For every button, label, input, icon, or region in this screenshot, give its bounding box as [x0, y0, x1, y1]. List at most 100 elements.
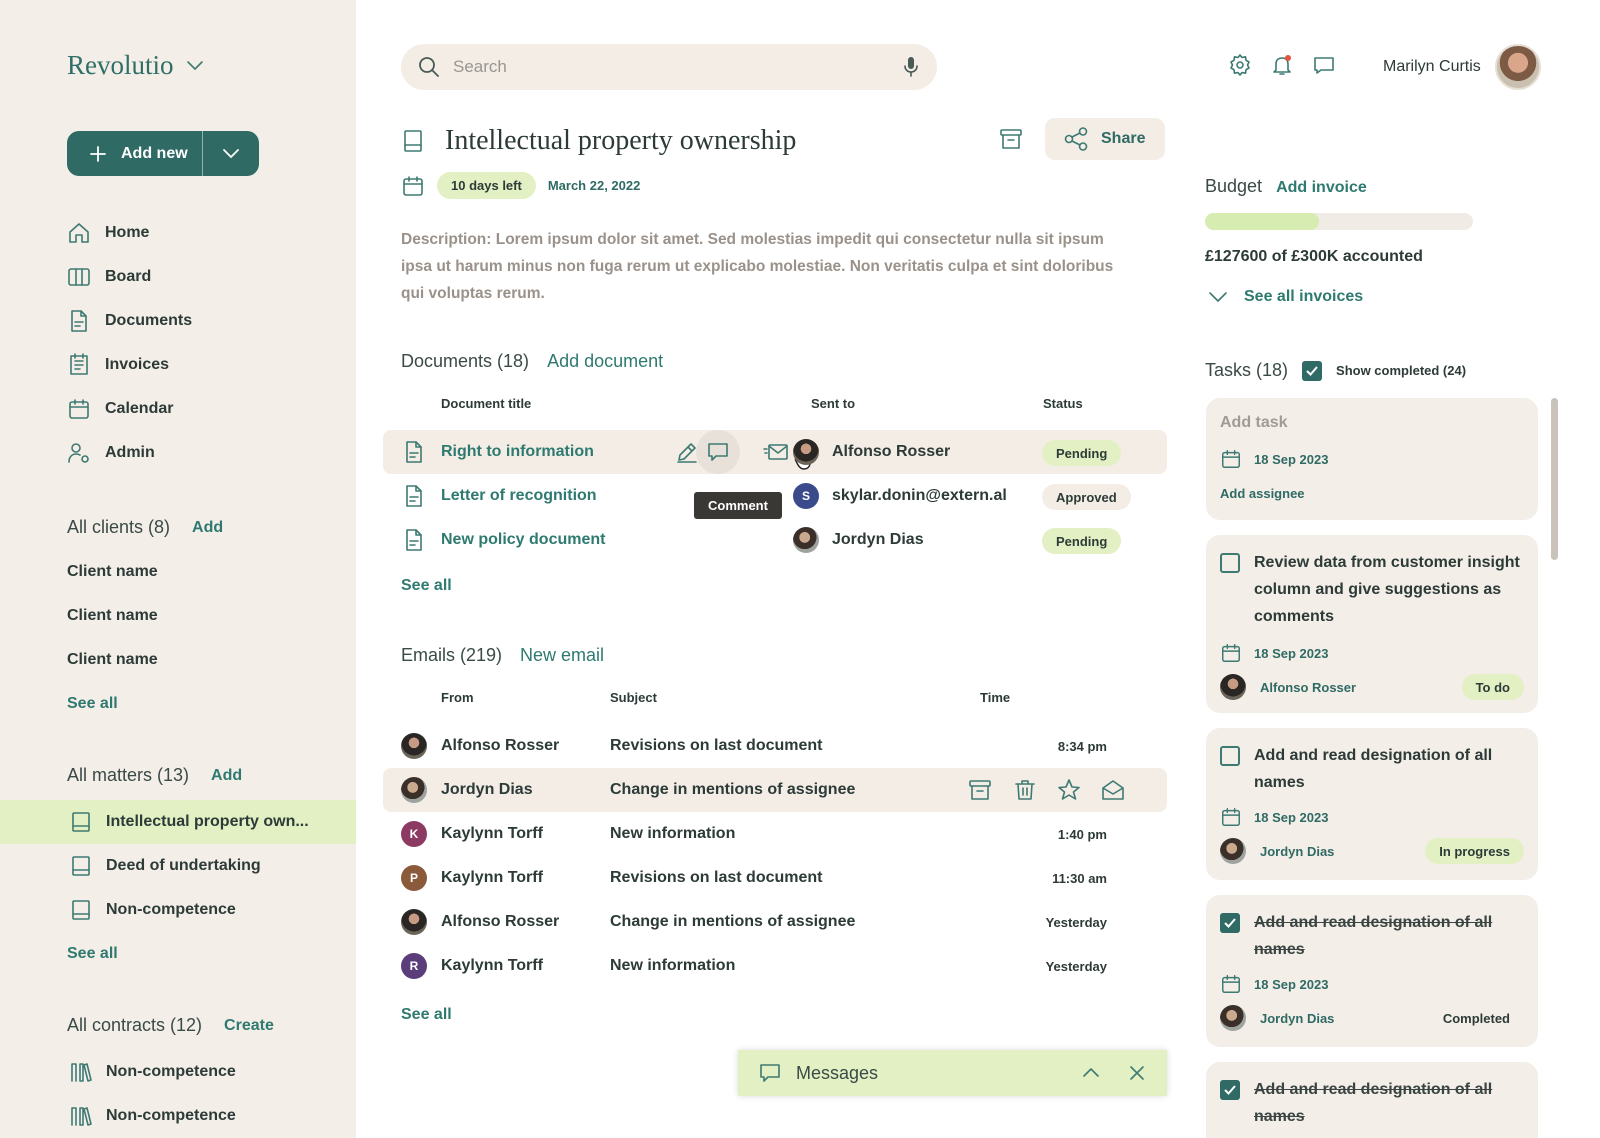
task-date[interactable]: 18 Sep 2023 [1220, 973, 1524, 995]
archive-icon[interactable] [998, 126, 1024, 152]
settings-gear-icon[interactable] [1228, 53, 1252, 77]
messages-panel[interactable]: Messages [738, 1050, 1167, 1096]
nav-documents[interactable]: Documents [67, 306, 192, 336]
documents-see-all[interactable]: See all [401, 577, 452, 595]
document-title[interactable]: Letter of recognition [441, 474, 597, 518]
email-row[interactable]: R Kaylynn Torff New information Yesterda… [383, 944, 1167, 988]
nav-home[interactable]: Home [67, 218, 149, 248]
add-assignee-link[interactable]: Add assignee [1220, 486, 1524, 501]
close-icon[interactable] [1127, 1063, 1147, 1083]
client-item[interactable]: Client name [67, 651, 158, 669]
task-card[interactable]: Add and read designation of all names 18… [1206, 728, 1538, 880]
task-status-badge: In progress [1425, 838, 1524, 864]
search-input[interactable] [453, 57, 889, 77]
document-icon [403, 430, 425, 474]
brand-name: Revolutio [67, 50, 174, 80]
task-checkbox-checked[interactable] [1220, 1080, 1240, 1100]
add-document-link[interactable]: Add document [547, 351, 663, 372]
contract-label: Non-competence [106, 1107, 236, 1124]
mark-read-envelope-icon[interactable] [1101, 768, 1125, 812]
trash-icon[interactable] [1013, 768, 1037, 812]
task-checkbox-checked[interactable] [1220, 913, 1240, 933]
clients-see-all[interactable]: See all [67, 695, 118, 713]
task-date[interactable]: 18 Sep 2023 [1220, 448, 1524, 470]
tasks-header: Tasks (18) Show completed (24) [1205, 360, 1466, 381]
nav-calendar[interactable]: Calendar [67, 394, 173, 424]
status-badge: Pending [1042, 528, 1122, 554]
email-from: Jordyn Dias [441, 781, 533, 798]
show-completed-label: Show completed (24) [1336, 363, 1467, 378]
client-item[interactable]: Client name [67, 607, 158, 625]
task-title: Add and read designation of all names [1254, 1081, 1493, 1125]
add-new-main[interactable]: Add new [67, 131, 203, 176]
comment-icon[interactable] [706, 430, 730, 474]
task-card[interactable]: Review data from customer insight column… [1206, 535, 1538, 713]
send-mail-icon[interactable] [763, 430, 789, 474]
create-contract-link[interactable]: Create [224, 1017, 274, 1035]
star-icon[interactable] [1057, 768, 1081, 812]
table-row[interactable]: Letter of recognition S skylar.donin@ext… [383, 474, 1167, 518]
email-row[interactable]: Alfonso Rosser Revisions on last documen… [383, 724, 1167, 768]
email-row[interactable]: P Kaylynn Torff Revisions on last docume… [383, 856, 1167, 900]
col-time: Time [980, 690, 1011, 705]
contract-item[interactable]: Non-competence [0, 1094, 356, 1138]
matter-item[interactable]: Non-competence [0, 888, 356, 932]
table-row[interactable]: Right to information Alfonso Rosser Pend… [383, 430, 1167, 474]
task-date[interactable]: 18 Sep 2023 [1220, 806, 1524, 828]
email-row[interactable]: Alfonso Rosser Change in mentions of ass… [383, 900, 1167, 944]
task-date[interactable]: 18 Sep 2023 [1220, 642, 1524, 664]
show-completed-checkbox[interactable] [1302, 360, 1323, 381]
document-title[interactable]: New policy document [441, 518, 605, 562]
microphone-icon[interactable] [901, 55, 921, 79]
task-card[interactable]: Add and read designation of all names 18… [1206, 895, 1538, 1047]
archive-icon[interactable] [968, 768, 992, 812]
workspace-switcher[interactable]: Revolutio [67, 50, 204, 81]
email-time: Yesterday [1045, 958, 1107, 974]
task-checkbox[interactable] [1220, 746, 1240, 766]
nav-invoices[interactable]: Invoices [67, 350, 169, 380]
contracts-header: All contracts (12) Create [67, 1015, 274, 1036]
tasks-scrollbar[interactable] [1551, 398, 1558, 560]
see-all-invoices[interactable]: See all invoices [1208, 288, 1363, 306]
chat-icon[interactable] [1312, 53, 1336, 77]
assignee-name: Alfonso Rosser [1260, 679, 1357, 695]
admin-icon [67, 441, 91, 465]
share-button[interactable]: Share [1045, 118, 1165, 160]
contract-item[interactable]: Non-competence [0, 1050, 356, 1094]
matter-item[interactable]: Deed of undertaking [0, 844, 356, 888]
task-checkbox[interactable] [1220, 553, 1240, 573]
user-menu[interactable]: Marilyn Curtis [1383, 44, 1541, 90]
email-from: Alfonso Rosser [441, 913, 560, 930]
chevron-up-icon[interactable] [1081, 1063, 1101, 1083]
table-row[interactable]: New policy document Jordyn Dias Pending [383, 518, 1167, 562]
document-title[interactable]: Right to information [441, 430, 594, 474]
sender-avatar [401, 724, 427, 768]
matter-icon [401, 128, 425, 154]
add-client-link[interactable]: Add [192, 519, 223, 537]
notification-bell-icon[interactable] [1270, 53, 1294, 77]
email-from: Kaylynn Torff [441, 825, 543, 842]
emails-see-all[interactable]: See all [401, 1006, 452, 1024]
client-item[interactable]: Client name [67, 563, 158, 581]
add-matter-link[interactable]: Add [211, 767, 242, 785]
nav-admin[interactable]: Admin [67, 438, 155, 468]
add-task-input[interactable]: Add task [1220, 414, 1524, 432]
email-row[interactable]: K Kaylynn Torff New information 1:40 pm [383, 812, 1167, 856]
calendar-icon [1220, 806, 1242, 828]
add-new-dropdown[interactable] [203, 131, 259, 176]
sidebar: Revolutio Add new Home Board Documents I… [0, 0, 356, 1138]
status-badge: Pending [1042, 440, 1122, 466]
status-badge: Approved [1042, 484, 1131, 510]
matters-see-all[interactable]: See all [67, 945, 118, 963]
matter-item-active[interactable]: Intellectual property own... [0, 800, 356, 844]
email-subject: Change in mentions of assignee [610, 913, 856, 930]
add-invoice-link[interactable]: Add invoice [1276, 179, 1367, 197]
nav-board[interactable]: Board [67, 262, 151, 292]
matter-icon [70, 899, 92, 921]
new-email-link[interactable]: New email [520, 645, 604, 666]
email-row[interactable]: Jordyn Dias Change in mentions of assign… [383, 768, 1167, 812]
task-card[interactable]: Add and read designation of all names [1206, 1062, 1538, 1138]
top-actions [1228, 53, 1336, 77]
user-name: Marilyn Curtis [1383, 58, 1481, 75]
sent-to: Jordyn Dias [832, 531, 924, 548]
